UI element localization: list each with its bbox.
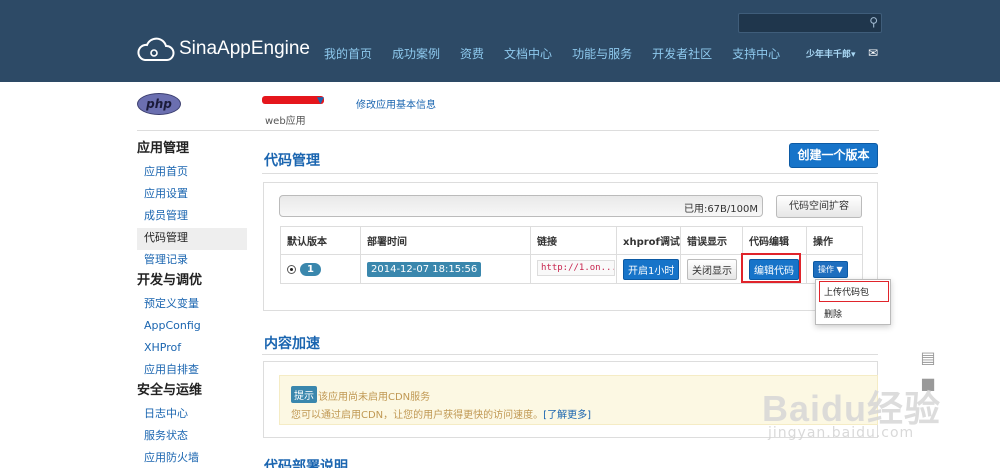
chevron-down-icon[interactable]: ▼ <box>317 96 324 106</box>
section-title-cdn: 内容加速 <box>264 336 320 352</box>
sidebar-item-appconfig[interactable]: AppConfig <box>137 316 247 338</box>
mail-icon[interactable]: ✉ <box>868 46 878 60</box>
divider <box>262 173 878 174</box>
sidebar-item-status[interactable]: 服务状态 <box>137 426 247 448</box>
nav-community[interactable]: 开发者社区 <box>652 45 712 62</box>
logo[interactable]: SinaAppEngine <box>137 36 310 62</box>
sidebar-category-app: 应用管理 <box>137 141 190 156</box>
php-logo: php <box>137 93 181 115</box>
nav-support[interactable]: 支持中心 <box>732 45 780 62</box>
app-name-redacted <box>262 96 324 104</box>
col-code-edit: 代码编辑 <box>742 226 807 255</box>
usage-bar: 已用:67B/100M <box>279 195 763 217</box>
sidebar-item-predefined-vars[interactable]: 预定义变量 <box>137 294 247 316</box>
cloud-gear-icon <box>137 37 175 61</box>
cell-link: http://1.on... <box>530 254 617 284</box>
divider <box>137 130 879 131</box>
create-version-button[interactable]: 创建一个版本 <box>789 143 878 168</box>
search-icon[interactable]: ⚲ <box>869 15 878 29</box>
nav-cases[interactable]: 成功案例 <box>392 45 440 62</box>
default-version-radio[interactable] <box>287 264 296 274</box>
cell-errors: 关闭显示 <box>680 254 743 284</box>
section-title-deploy: 代码部署说明 <box>264 459 348 468</box>
sidebar-category-security: 安全与运维 <box>137 383 203 398</box>
menu-item-delete[interactable]: 删除 <box>816 304 890 326</box>
sidebar-item-app-settings[interactable]: 应用设置 <box>137 184 247 206</box>
usage-text: 已用:67B/100M <box>683 204 758 215</box>
nav-docs[interactable]: 文档中心 <box>504 45 552 62</box>
edit-app-info-link[interactable]: 修改应用基本信息 <box>356 96 436 111</box>
sidebar-item-xhprof[interactable]: XHProf <box>137 338 247 360</box>
top-header: ⚲ SinaAppEngine 我的首页 成功案例 资费 文档中心 功能与服务 … <box>0 0 1000 82</box>
col-default-version: 默认版本 <box>280 226 361 255</box>
highlight-box <box>741 253 801 283</box>
highlight-box <box>819 281 889 302</box>
tip-label: 提示 <box>291 386 317 403</box>
baidu-watermark-url: jingyan.baidu.com <box>768 425 915 441</box>
user-name: 少年丰千郎 <box>806 50 852 60</box>
cell-time: 2014-12-07 18:15:56 <box>360 254 531 284</box>
main-nav: 我的首页 成功案例 资费 文档中心 功能与服务 开发者社区 支持中心 <box>324 45 800 62</box>
col-link: 链接 <box>530 226 617 255</box>
app-link[interactable]: http://1.on... <box>537 259 615 276</box>
expand-space-button[interactable]: 代码空间扩容 <box>776 195 862 218</box>
action-dropdown-button[interactable]: 操作 ▼ <box>813 260 848 278</box>
cdn-hint-text: 您可以通过启用CDN，让您的用户获得更快的访问速度。[了解更多] <box>291 406 591 421</box>
error-display-toggle-button[interactable]: 关闭显示 <box>687 258 737 280</box>
cell-xhprof: 开启1小时 <box>616 254 681 284</box>
xhprof-enable-button[interactable]: 开启1小时 <box>623 258 680 280</box>
feedback-icon[interactable]: ▤ <box>917 348 939 368</box>
caret-down-icon: ▼ <box>836 264 843 274</box>
action-label: 操作 <box>818 264 834 274</box>
nav-pricing[interactable]: 资费 <box>460 45 484 62</box>
sidebar-item-app-home[interactable]: 应用首页 <box>137 162 247 184</box>
sidebar-category-dev: 开发与调优 <box>137 273 203 288</box>
cdn-status-text: 该应用尚未启用CDN服务 <box>318 392 431 403</box>
sidebar-item-code[interactable]: 代码管理 <box>137 228 247 250</box>
sidebar-item-self-check[interactable]: 应用自排查 <box>137 360 247 382</box>
nav-services[interactable]: 功能与服务 <box>572 45 632 62</box>
col-deploy-time: 部署时间 <box>360 226 531 255</box>
deploy-time-badge: 2014-12-07 18:15:56 <box>367 261 482 277</box>
col-action: 操作 <box>806 226 863 255</box>
app-type: web应用 <box>265 116 306 127</box>
cdn-hint-body: 您可以通过启用CDN，让您的用户获得更快的访问速度。 <box>291 410 544 421</box>
sidebar-item-members[interactable]: 成员管理 <box>137 206 247 228</box>
user-menu[interactable]: 少年丰千郎▾ <box>806 47 856 60</box>
divider <box>262 354 878 355</box>
cell-version: 1 <box>280 254 361 284</box>
section-title-code: 代码管理 <box>264 153 320 169</box>
learn-more-link[interactable]: [了解更多] <box>543 410 591 421</box>
search-input[interactable]: ⚲ <box>738 13 882 33</box>
col-error-display: 错误显示 <box>680 226 743 255</box>
nav-home[interactable]: 我的首页 <box>324 45 372 62</box>
version-badge: 1 <box>300 262 321 276</box>
col-xhprof: xhprof调试 <box>616 226 681 255</box>
sidebar: 应用管理 应用首页 应用设置 成员管理 代码管理 管理记录 开发与调优 预定义变… <box>137 140 247 468</box>
sidebar-item-records[interactable]: 管理记录 <box>137 250 247 272</box>
sidebar-item-firewall[interactable]: 应用防火墙 <box>137 448 247 468</box>
table-header-row: 默认版本 部署时间 链接 xhprof调试 错误显示 代码编辑 操作 <box>280 226 863 255</box>
logo-text: SinaAppEngine <box>179 38 310 59</box>
sidebar-item-logs[interactable]: 日志中心 <box>137 404 247 426</box>
